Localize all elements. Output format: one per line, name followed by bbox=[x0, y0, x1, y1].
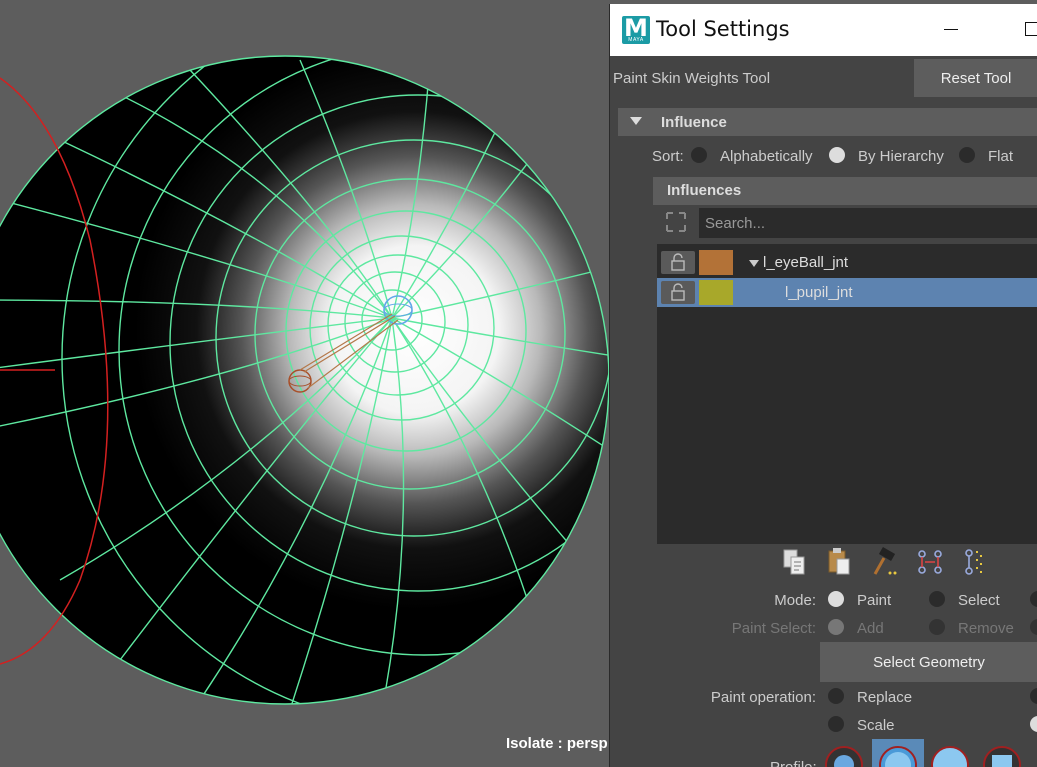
square-brush-icon[interactable] bbox=[982, 745, 1022, 767]
gaussian-brush-icon[interactable] bbox=[824, 745, 864, 767]
paint-op-add-radio[interactable] bbox=[1030, 688, 1037, 704]
eyeball-sphere-render[interactable] bbox=[0, 0, 609, 767]
influence-section-title: Influence bbox=[661, 114, 727, 131]
influence-search-input[interactable] bbox=[699, 208, 1037, 238]
joint-name[interactable]: l_eyeBall_jnt bbox=[763, 254, 848, 271]
sort-by-hierarchy-radio[interactable] bbox=[829, 147, 845, 163]
joint-color-swatch[interactable] bbox=[699, 280, 733, 305]
mode-label: Mode: bbox=[774, 592, 816, 609]
paint-operation-label: Paint operation: bbox=[710, 689, 816, 706]
sort-flat-label[interactable]: Flat bbox=[988, 148, 1013, 165]
select-geometry-button[interactable]: Select Geometry bbox=[820, 642, 1037, 682]
paint-op-scale-radio[interactable] bbox=[828, 716, 844, 732]
minimize-icon[interactable] bbox=[944, 29, 958, 30]
filter-icon[interactable] bbox=[664, 210, 688, 234]
expand-triangle-icon[interactable] bbox=[749, 260, 759, 267]
maximize-icon[interactable] bbox=[1025, 22, 1037, 36]
viewport-3d[interactable]: Isolate : persp bbox=[0, 0, 609, 767]
paint-select-add-label[interactable]: Add bbox=[857, 620, 884, 637]
sort-by-hierarchy-label[interactable]: By Hierarchy bbox=[858, 148, 944, 165]
sort-flat-radio[interactable] bbox=[959, 147, 975, 163]
list-item[interactable]: l_eyeBall_jnt bbox=[657, 248, 1037, 277]
window-title: Tool Settings bbox=[656, 17, 790, 41]
paint-op-replace-radio[interactable] bbox=[828, 688, 844, 704]
influences-header: Influences bbox=[653, 177, 1037, 205]
profile-row: Profile: bbox=[610, 739, 1037, 767]
tool-settings-panel: M MAYA Tool Settings Paint Skin Weights … bbox=[609, 4, 1037, 767]
paint-select-remove-label[interactable]: Remove bbox=[958, 620, 1014, 637]
soft-brush-icon[interactable] bbox=[872, 739, 924, 767]
sort-alphabetically-radio[interactable] bbox=[691, 147, 707, 163]
joint-name[interactable]: l_pupil_jnt bbox=[785, 284, 853, 301]
influence-section-header[interactable]: Influence bbox=[618, 108, 1037, 136]
mode-extra-radio[interactable] bbox=[1030, 591, 1037, 607]
title-bar[interactable]: M MAYA Tool Settings bbox=[610, 4, 1037, 56]
mode-paint-label[interactable]: Paint bbox=[857, 592, 891, 609]
paint-op-scale-label[interactable]: Scale bbox=[857, 717, 895, 734]
paste-weights-icon[interactable] bbox=[825, 546, 855, 578]
viewport-label: Isolate : persp bbox=[506, 735, 608, 752]
mode-select-label[interactable]: Select bbox=[958, 592, 1000, 609]
influence-list[interactable]: l_eyeBall_jnt l_pupil_jnt bbox=[657, 244, 1037, 544]
weight-tools-toolbar bbox=[780, 546, 1010, 580]
solid-brush-icon[interactable] bbox=[930, 745, 970, 767]
maya-logo-icon: M MAYA bbox=[622, 14, 650, 44]
paint-select-remove-radio[interactable] bbox=[929, 619, 945, 635]
reset-tool-button[interactable]: Reset Tool bbox=[914, 59, 1037, 97]
profile-label: Profile: bbox=[770, 759, 817, 767]
sort-alphabetically-label[interactable]: Alphabetically bbox=[720, 148, 813, 165]
paint-op-smooth-radio[interactable] bbox=[1030, 716, 1037, 732]
collapse-triangle-icon[interactable] bbox=[630, 117, 642, 125]
sort-label: Sort: bbox=[652, 148, 684, 165]
show-influences-icon[interactable] bbox=[960, 546, 990, 578]
tool-name-label: Paint Skin Weights Tool bbox=[613, 70, 771, 87]
unlock-icon[interactable] bbox=[661, 281, 695, 304]
unlock-icon[interactable] bbox=[661, 251, 695, 274]
list-item[interactable]: l_pupil_jnt bbox=[657, 278, 1037, 307]
move-weights-icon[interactable] bbox=[915, 546, 945, 578]
influences-title: Influences bbox=[667, 182, 742, 199]
paint-select-add-radio[interactable] bbox=[828, 619, 844, 635]
paint-select-extra-radio[interactable] bbox=[1030, 619, 1037, 635]
paint-select-label: Paint Select: bbox=[731, 620, 816, 637]
mode-paint-radio[interactable] bbox=[828, 591, 844, 607]
copy-weights-icon[interactable] bbox=[780, 546, 810, 578]
paint-op-replace-label[interactable]: Replace bbox=[857, 689, 912, 706]
joint-color-swatch[interactable] bbox=[699, 250, 733, 275]
mode-select-radio[interactable] bbox=[929, 591, 945, 607]
weight-hammer-icon[interactable] bbox=[870, 546, 900, 578]
